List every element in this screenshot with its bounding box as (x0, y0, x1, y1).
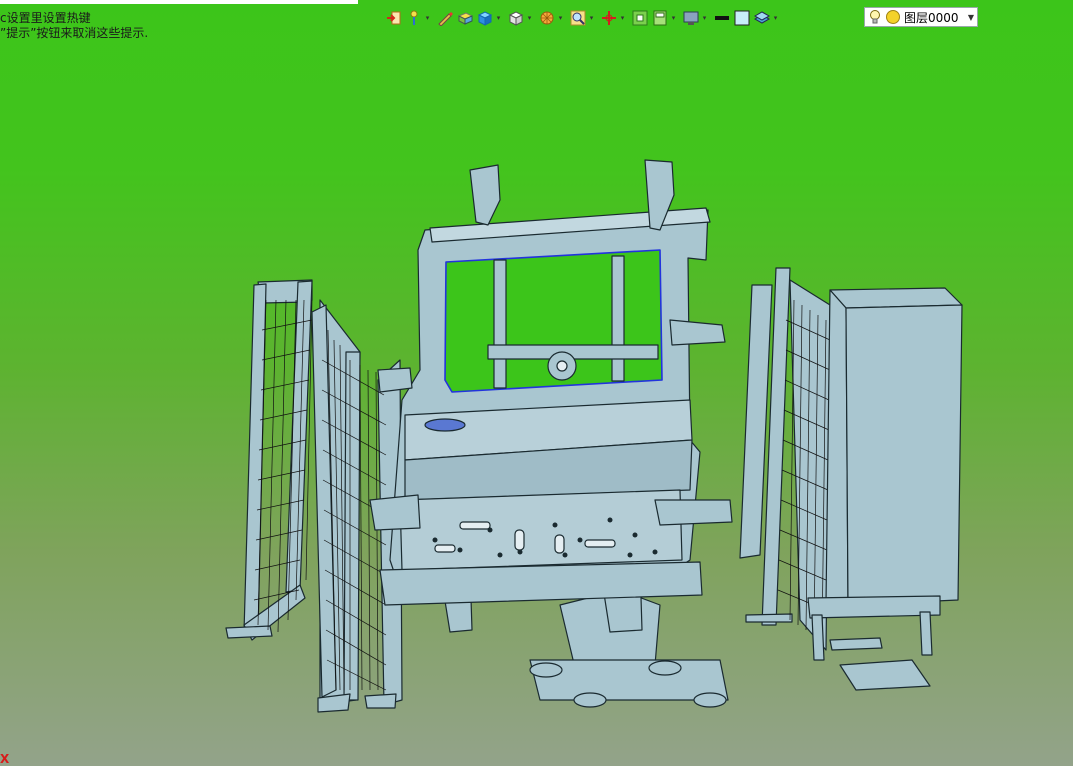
control-cabinet (807, 287, 963, 691)
cad-viewport[interactable] (0, 0, 1073, 766)
door-fixture (389, 207, 711, 591)
axis-x-label: X (0, 752, 10, 766)
